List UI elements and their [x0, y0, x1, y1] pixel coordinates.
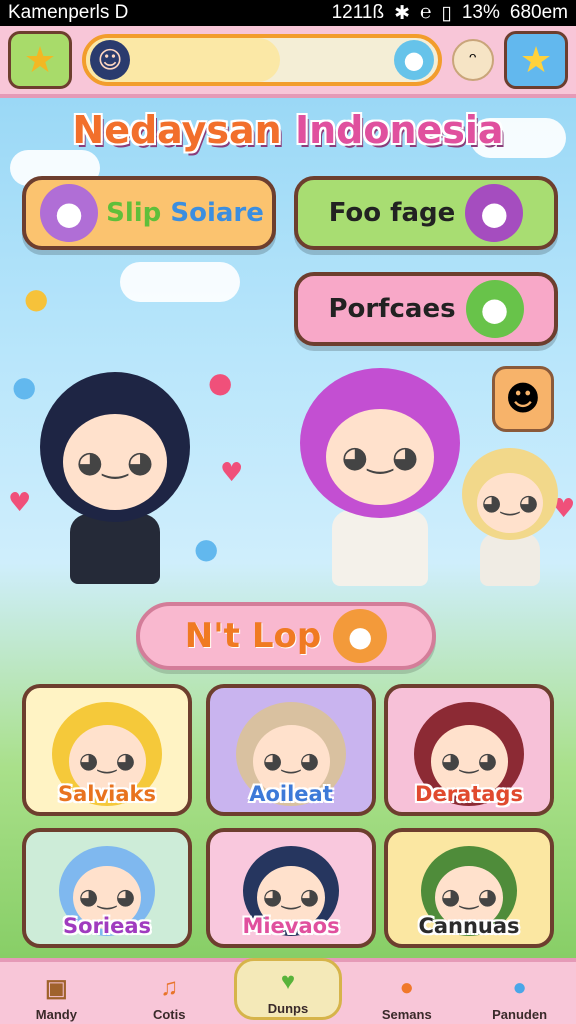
- shop-button[interactable]: ● Slip Soiare: [22, 176, 276, 250]
- character-body: [70, 514, 160, 584]
- bear-icon: ●: [399, 974, 415, 1001]
- chest-icon: ▣: [45, 974, 68, 1002]
- cloud: [120, 262, 240, 302]
- orange-bear-icon: ●: [333, 609, 388, 663]
- status-bar: Kamenperls D 1211ß ✱ ℮ ▯ 13% 680em: [0, 0, 576, 26]
- shop-label-a: Slip: [106, 198, 162, 228]
- star-button[interactable]: ★: [504, 31, 568, 89]
- carrier-label: Kamenperls D: [8, 2, 129, 23]
- shop-label-b: Soiare: [170, 198, 264, 228]
- heart-icon: ♥: [220, 458, 244, 488]
- character-body: [480, 532, 540, 586]
- title-part-2: Indonesia: [294, 108, 504, 152]
- battery-icon: ▯: [441, 2, 452, 24]
- title-part-1: Nedaysan: [72, 108, 282, 152]
- character-black-hair[interactable]: ◕‿◕: [40, 372, 190, 584]
- top-bar: ★ ☺ ● ᵔ ★: [0, 26, 576, 98]
- nav-item-mandy[interactable]: ▣ Mandy: [8, 969, 104, 1023]
- bluetooth-icon: ✱: [394, 2, 410, 24]
- character-card[interactable]: ◕‿◕ Sorieas: [22, 828, 192, 948]
- bell-icon: ♫: [160, 974, 179, 1001]
- pet-icon: ●: [512, 974, 527, 1001]
- character-blonde-hair[interactable]: ◕‿◕: [462, 448, 558, 586]
- star-face-button[interactable]: ★: [8, 31, 72, 89]
- star-icon: ★: [519, 39, 553, 81]
- cat-pet-icon[interactable]: ᵔ: [452, 39, 494, 81]
- purple-pet-icon: ●: [40, 184, 99, 242]
- strawberry-icon: ●: [208, 366, 233, 399]
- yellow-pet-icon: ●: [24, 282, 49, 315]
- wifi-icon: ℮: [419, 2, 432, 23]
- magenta-pet-icon: ●: [465, 184, 524, 242]
- food-label: Foo fage: [328, 198, 456, 228]
- battery-level: 13%: [461, 2, 500, 23]
- heart-icon: ♥: [280, 967, 296, 995]
- clock: 1211ß: [331, 2, 385, 23]
- nav-label: Panuden: [492, 1007, 548, 1022]
- character-card[interactable]: ◕‿◕ Aoileat: [206, 684, 376, 816]
- nav-item-semans[interactable]: ● Semans: [359, 969, 455, 1022]
- shop-label: Slip Soiare: [106, 198, 264, 228]
- nav-label: Mandy: [35, 1007, 77, 1022]
- emoji-button[interactable]: ☻: [492, 366, 554, 432]
- food-button[interactable]: Foo fage ●: [294, 176, 558, 250]
- player-avatar[interactable]: ☺: [90, 40, 130, 80]
- character-head: ◕‿◕: [40, 372, 190, 522]
- character-name: Aoileat: [249, 782, 333, 806]
- status-extra: 680em: [509, 2, 568, 23]
- blue-pet-icon: ●: [12, 370, 37, 403]
- character-card[interactable]: ◕‿◕ Deratags: [384, 684, 554, 816]
- progress-bar: ☺ ●: [82, 34, 442, 86]
- character-body: [332, 510, 428, 586]
- blue-pet-icon: ●: [194, 532, 219, 565]
- green-pet-icon: ●: [465, 280, 524, 338]
- character-face: ◕‿◕: [477, 473, 543, 533]
- character-name: Sorieas: [62, 914, 152, 938]
- blue-pet-icon: ●: [394, 40, 434, 80]
- nav-item-panuden[interactable]: ● Panuden: [472, 969, 568, 1022]
- star-face-icon: ★: [23, 39, 57, 81]
- laughing-face-icon: ☻: [505, 379, 541, 419]
- profile-button[interactable]: Porfcaes ●: [294, 272, 558, 346]
- character-face: ◕‿◕: [63, 414, 167, 510]
- profile-label: Porfcaes: [328, 294, 456, 324]
- action-label: Lop: [251, 616, 322, 656]
- character-head: ◕‿◕: [462, 448, 558, 540]
- action-prefix: N't: [184, 616, 240, 656]
- page-title: Nedaysan Indonesia: [0, 108, 576, 152]
- nav-label: Dunps: [267, 1000, 309, 1016]
- character-head: ◕‿◕: [300, 368, 460, 518]
- bottom-nav: ▣ Mandy ♫ Cotis ♥ Dunps ● Semans ● Panud…: [0, 958, 576, 1024]
- nav-item-cotis[interactable]: ♫ Cotis: [121, 969, 217, 1022]
- character-name: Cannuas: [418, 914, 520, 938]
- character-name: Deratags: [415, 782, 523, 806]
- nav-item-dunps[interactable]: ♥ Dunps: [233, 958, 342, 1020]
- action-button[interactable]: N't Lop ●: [136, 602, 436, 670]
- heart-icon: ♥: [8, 488, 32, 518]
- nav-label: Cotis: [152, 1007, 186, 1022]
- character-card[interactable]: ◕‿◕ Cannuas: [384, 828, 554, 948]
- character-face: ◕‿◕: [326, 409, 434, 505]
- character-card[interactable]: ◕‿◕ Salviaks: [22, 684, 192, 816]
- character-pink-hair[interactable]: ◕‿◕: [300, 368, 460, 586]
- nav-label: Semans: [381, 1007, 432, 1022]
- character-card[interactable]: ◕‿◕ Mievaos: [206, 828, 376, 948]
- character-name: Salviaks: [57, 782, 157, 806]
- character-name: Mievaos: [242, 914, 340, 938]
